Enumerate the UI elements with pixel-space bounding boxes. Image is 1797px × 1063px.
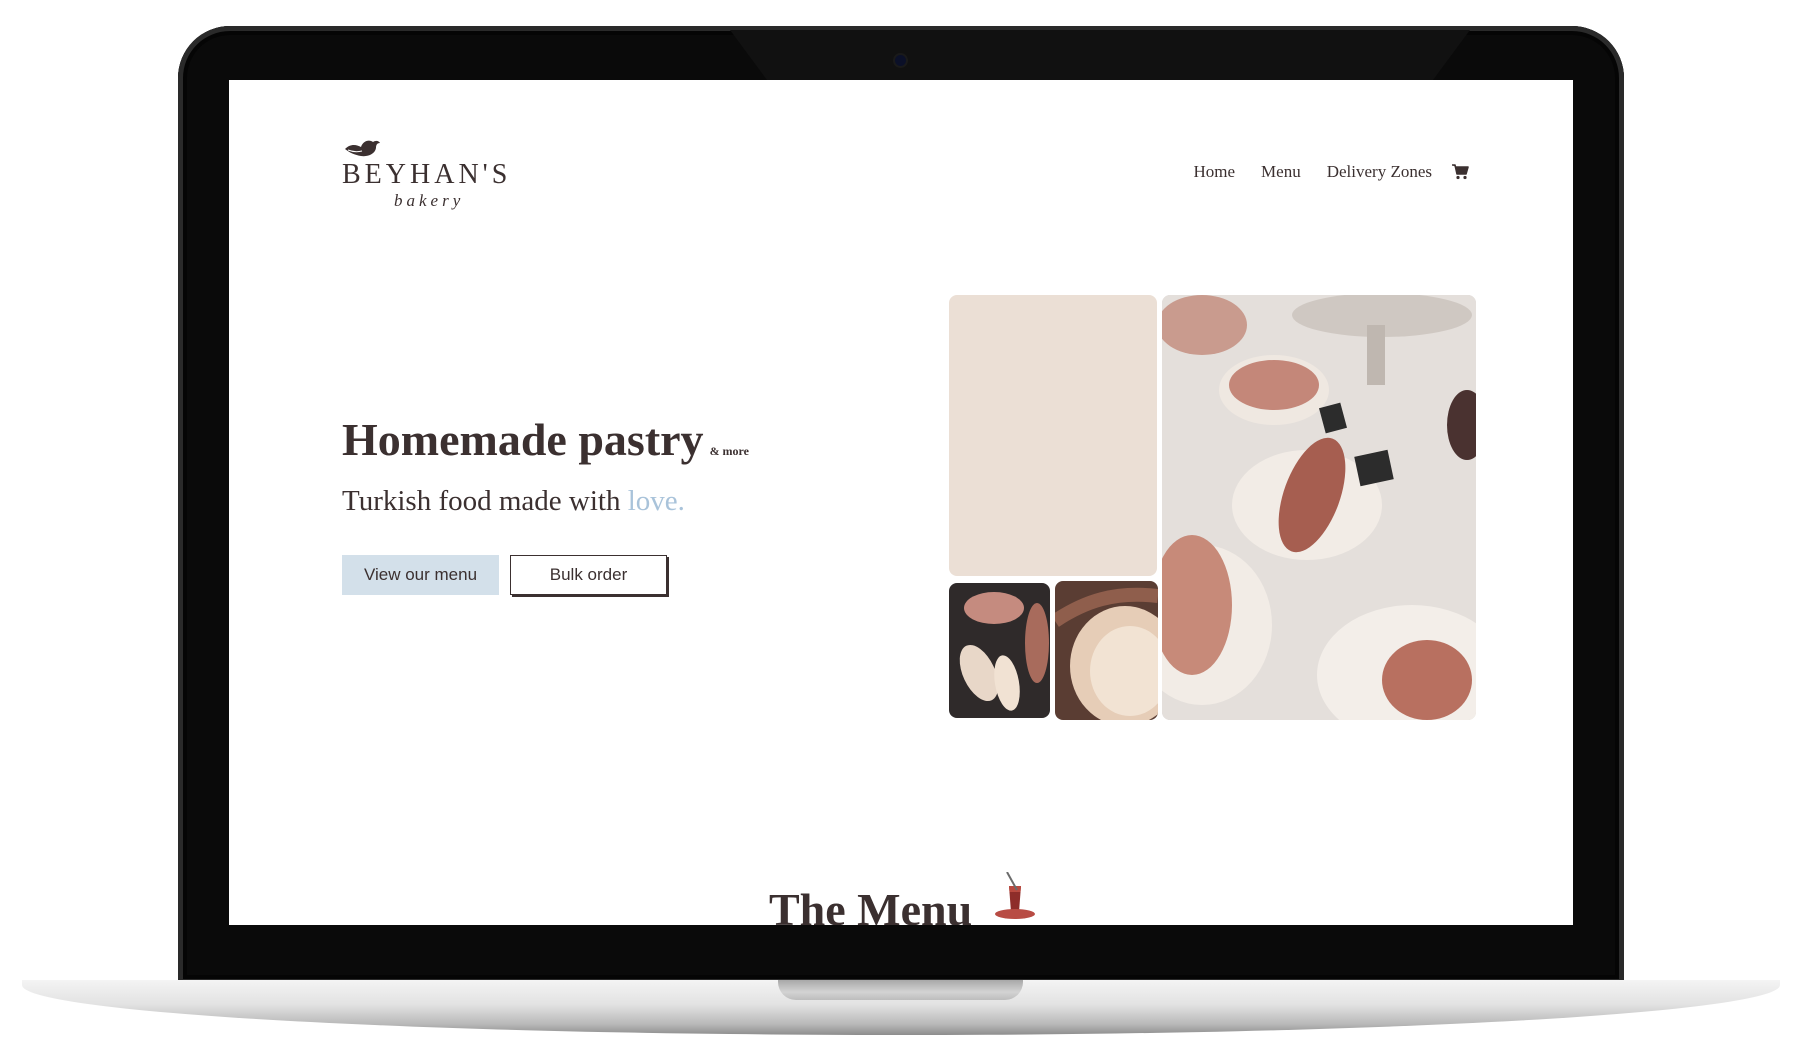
brand-subtitle: bakery [394, 191, 465, 210]
menu-section-heading: The Menu [769, 884, 973, 925]
hero-title-text: Homemade pastry [342, 414, 704, 465]
hero-title: Homemade pastry & more [342, 413, 749, 466]
hero-subtitle: Turkish food made with love. [342, 485, 685, 518]
view-menu-button[interactable]: View our menu [342, 555, 499, 595]
bird-icon [345, 140, 380, 157]
nav-item-delivery-zones[interactable]: Delivery Zones [1327, 162, 1432, 182]
hero-subtitle-main: Turkish food made with [342, 485, 621, 517]
laptop-hood [730, 30, 1470, 80]
nav-item-menu[interactable]: Menu [1261, 162, 1301, 182]
pastry-photo-small [949, 583, 1050, 718]
brand-name: BEYHAN'S [342, 159, 512, 190]
brand-logo[interactable]: BEYHAN'S bakery [342, 137, 512, 217]
tea-glass-icon [995, 872, 1035, 919]
hero-title-small: & more [709, 444, 749, 458]
website-screen: BEYHAN'S bakery Home Menu Delivery Zones… [229, 80, 1573, 925]
collage-blank-tile [949, 295, 1157, 576]
shopping-cart-icon[interactable] [1452, 164, 1469, 180]
bread-photo [1055, 581, 1158, 720]
main-nav: Home Menu Delivery Zones [1168, 162, 1470, 182]
hero-subtitle-accent: love. [627, 485, 685, 517]
laptop-notch [778, 980, 1023, 1000]
bakery-table-photo [1162, 295, 1476, 720]
bulk-order-button[interactable]: Bulk order [510, 555, 667, 595]
nav-item-home[interactable]: Home [1194, 162, 1236, 182]
camera-icon [895, 55, 906, 66]
